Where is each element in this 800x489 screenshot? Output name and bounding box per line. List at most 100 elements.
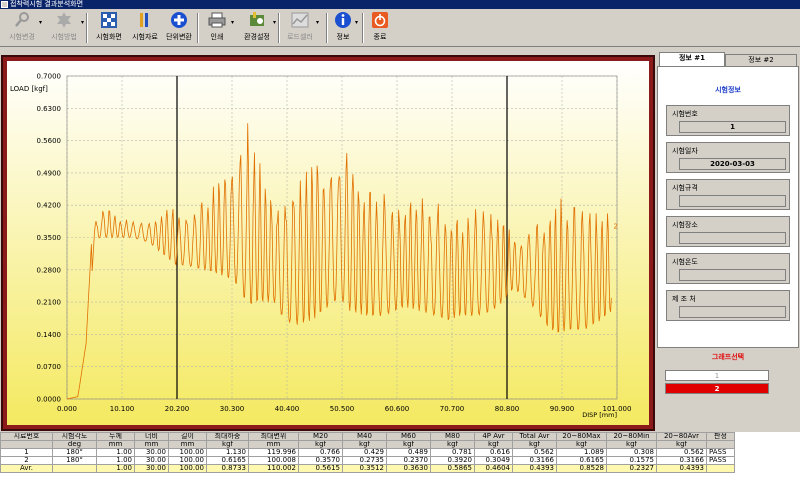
field-label: 시험번호 [672, 110, 698, 118]
table-cell: 너비 [134, 432, 169, 441]
chevron-down-icon: ▾ [230, 19, 234, 26]
x-tick-label: 90.900 [550, 405, 575, 413]
y-tick-label: 0.0000 [37, 396, 62, 404]
print-button[interactable]: 인쇄 ▾ [202, 11, 234, 45]
table-row[interactable]: 1 180° 1.00 30.00 100.00 1.130 119.996 0.766 0.4… [0, 448, 735, 457]
table-cell: 0.781 [430, 448, 475, 457]
toolbar-separator [278, 13, 280, 43]
tab-info-2[interactable]: 정보 #2 [725, 54, 797, 66]
grid-icon [101, 12, 117, 28]
table-cell: 0.4604 [474, 464, 513, 473]
app-icon [1, 1, 8, 8]
field-test-number: 시험번호 1 [666, 105, 790, 136]
environment-settings-button[interactable]: 환경설정 ▾ [240, 11, 276, 45]
table-cell: 시료번호 [0, 432, 53, 441]
field-label: 시험규격 [672, 184, 698, 192]
chevron-down-icon: ▾ [272, 19, 276, 26]
chevron-down-icon: ▾ [80, 19, 84, 26]
table-cell: 두께 [96, 432, 135, 441]
chart-frame: 0.0000 0.0700 0.1400 0.2100 0.2800 0.3500 0.42… [1, 55, 655, 431]
toolbar-separator [197, 13, 199, 43]
exit-button[interactable]: 종료 [366, 11, 394, 45]
field-value [679, 306, 786, 318]
table-cell: 0.5865 [430, 464, 475, 473]
table-cell: 20~80Min [606, 432, 657, 441]
table-cell: 1.00 [96, 448, 135, 457]
table-cell: 0.3049 [474, 456, 513, 465]
table-cell: 0.429 [342, 448, 387, 457]
field-value: 2020-03-03 [679, 158, 786, 170]
table-cell: M40 [342, 432, 387, 441]
field-label: 제 조 처 [672, 295, 696, 303]
table-cell: Avr. [0, 464, 53, 473]
table-cell: 30.00 [134, 448, 169, 457]
table-cell: 0.308 [606, 448, 657, 457]
table-cell [0, 440, 53, 449]
table-cell: 1.130 [206, 448, 249, 457]
series-end-label: 2 [614, 222, 618, 230]
test-screen-button[interactable]: 시험화면 [92, 11, 126, 45]
power-icon [372, 12, 388, 28]
results-table: 시료번호 시험각도 두께 너비 길이 최대하중 최대변위 M20 M40 M60 M80 4P Avr… [0, 432, 735, 473]
table-cell: M60 [386, 432, 431, 441]
table-cell: 0.1575 [606, 456, 657, 465]
gear-icon [57, 12, 71, 28]
x-axis-label: DISP [mm] [582, 411, 617, 419]
y-tick-label: 0.3500 [37, 234, 62, 242]
test-method-button[interactable]: 시험방법 ▾ [46, 11, 84, 45]
table-header-row[interactable]: 시료번호 시험각도 두께 너비 길이 최대하중 최대변위 M20 M40 M60 M80 4P Avr… [0, 432, 735, 441]
load-disp-chart[interactable]: 0.0000 0.0700 0.1400 0.2100 0.2800 0.3500 0.42… [7, 61, 649, 425]
graph-select-item-1[interactable]: 1 [665, 370, 769, 381]
graph-select-panel: 그래프선택 1 2 [657, 350, 799, 431]
plus-circle-icon [171, 12, 187, 28]
table-cell: 1.089 [556, 448, 607, 457]
table-units-row[interactable]: deg mm mm mm kgf mm kgf kgf kgf kgf kgf kgf kgf kgf kg… [0, 440, 735, 449]
y-tick-label: 0.7000 [37, 73, 62, 81]
table-cell: mm [96, 440, 135, 449]
field-test-temperature: 시험온도 [666, 253, 790, 284]
x-tick-label: 80.800 [495, 405, 520, 413]
y-axis-label: LOAD [kgf] [10, 85, 48, 93]
test-data-button[interactable]: 시험자료 [128, 11, 162, 45]
table-cell: PASS [706, 456, 735, 465]
table-cell: 0.562 [656, 448, 707, 457]
field-label: 시험일자 [672, 147, 698, 155]
info-title: 시험정보 [715, 86, 741, 94]
x-tick-label: 30.300 [220, 405, 245, 413]
field-value: 1 [679, 121, 786, 133]
title-bar: 접착력시험 결과분석화면 [0, 0, 800, 9]
table-cell [706, 440, 735, 449]
graph-select-title: 그래프선택 [711, 353, 745, 361]
table-cell: 0.8528 [556, 464, 607, 473]
table-cell: 1.00 [96, 464, 135, 473]
x-tick-label: 40.400 [275, 405, 300, 413]
y-tick-label: 0.1400 [37, 331, 62, 339]
table-cell [52, 464, 97, 473]
table-cell: 20~80Avr [656, 432, 707, 441]
chart-icon [291, 12, 309, 28]
table-cell: 0.2327 [606, 464, 657, 473]
table-cell: 0.3166 [512, 456, 557, 465]
table-cell: 100.00 [168, 464, 207, 473]
table-cell: kgf [298, 440, 343, 449]
field-value [679, 269, 786, 281]
tab-info-1[interactable]: 정보 #1 [659, 52, 725, 66]
table-cell: kgf [342, 440, 387, 449]
field-value [679, 195, 786, 207]
graph-select-item-2[interactable]: 2 [665, 383, 769, 394]
load-cell-button[interactable]: 로드셀러 ▾ [283, 11, 319, 45]
table-cell: 0.6165 [556, 456, 607, 465]
y-tick-label: 0.2100 [37, 299, 62, 307]
info-button[interactable]: 정보 ▾ [330, 11, 358, 45]
unit-convert-button[interactable]: 단위변환 [163, 11, 195, 45]
table-cell: 4P Avr [474, 432, 513, 441]
y-tick-label: 0.4900 [37, 169, 62, 177]
table-cell: 0.2370 [386, 456, 431, 465]
table-cell: kgf [206, 440, 249, 449]
y-tick-label: 0.4200 [37, 202, 62, 210]
test-change-button[interactable]: 시험변경 ▾ [4, 11, 42, 45]
chart-background [7, 61, 649, 425]
table-average-row[interactable]: Avr. 1.00 30.00 100.00 0.8733 110.002 0.5615 0.… [0, 464, 735, 473]
table-row[interactable]: 2 180° 1.00 30.00 100.00 0.6165 100.008 0.3570 0… [0, 456, 735, 465]
table-cell: M80 [430, 432, 475, 441]
